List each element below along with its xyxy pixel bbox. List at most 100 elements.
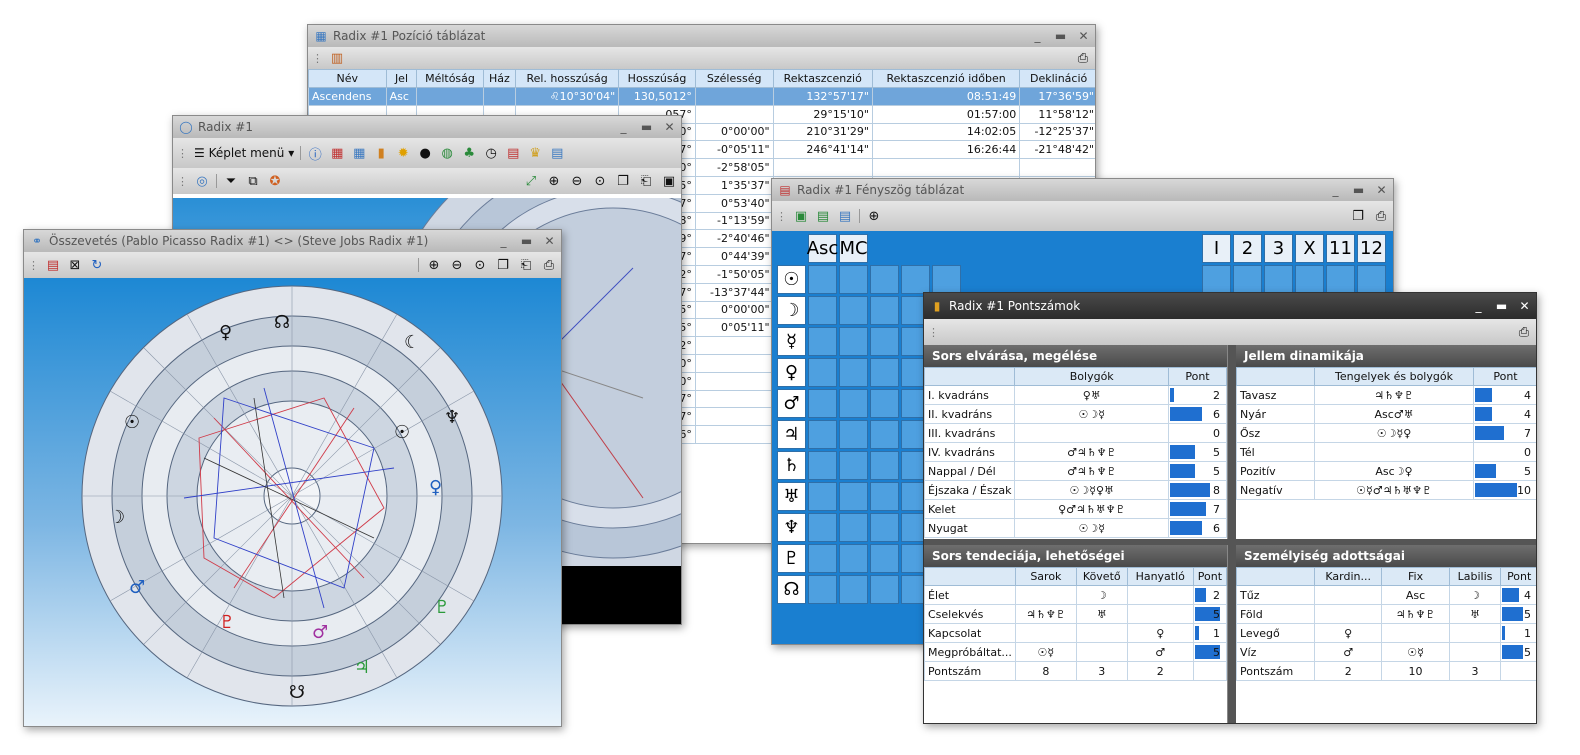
- search-window-icon[interactable]: ⧉: [245, 174, 261, 189]
- table-row[interactable]: Pontszám 2 10 3: [1236, 661, 1536, 681]
- column-header[interactable]: Jel: [385, 69, 418, 88]
- table-row[interactable]: Kelet ♀♂♃♄♅♆♇ 7: [924, 499, 1227, 519]
- calendar-icon[interactable]: ▤: [505, 146, 521, 161]
- palette-icon[interactable]: ✪: [267, 174, 283, 189]
- aspect-cell[interactable]: [808, 265, 837, 294]
- aspect-cell[interactable]: [870, 420, 899, 449]
- column-header[interactable]: Rektaszcenzió: [772, 69, 873, 88]
- aspect-cell[interactable]: [808, 513, 837, 542]
- table-row[interactable]: I. kvadráns ♀♅ 2: [924, 385, 1227, 405]
- copy-icon[interactable]: ❐: [1350, 209, 1366, 224]
- title-bar[interactable]: ▮ Radix #1 Pontszámok _ ▬ ✕: [924, 293, 1536, 319]
- zoom-in-icon[interactable]: ⊕: [546, 174, 562, 189]
- zoom-out-icon[interactable]: ⊖: [569, 174, 585, 189]
- aspect-cell[interactable]: [808, 420, 837, 449]
- table-row[interactable]: Kapcsolat ♀ 1: [924, 623, 1228, 643]
- table-row[interactable]: Pozitív Asc☽♀ 5: [1236, 461, 1536, 481]
- aspect-cell[interactable]: [808, 544, 837, 573]
- title-bar[interactable]: ▤ Radix #1 Fényszög táblázat _ ▬ ✕: [772, 179, 1393, 201]
- table-row[interactable]: Negatív ☉☿♂♃♄♅♆♇ 10: [1236, 480, 1536, 500]
- points-window[interactable]: ▮ Radix #1 Pontszámok _ ▬ ✕ ⋮ ⎙ Sors elvár…: [923, 292, 1537, 724]
- close-button[interactable]: ✕: [538, 234, 561, 248]
- view1-icon[interactable]: ▣: [793, 209, 809, 224]
- view3-icon[interactable]: ▤: [837, 209, 853, 224]
- filter-icon[interactable]: ⏷: [223, 174, 239, 189]
- aspect-cell[interactable]: [870, 358, 899, 387]
- minimize-button[interactable]: _: [1026, 29, 1049, 43]
- aspect-cell[interactable]: [1295, 265, 1324, 294]
- close-button[interactable]: ✕: [658, 120, 681, 134]
- aspect-cell[interactable]: [839, 575, 868, 604]
- table-row[interactable]: Cselekvés ♃♄♆♇ ♅ 5: [924, 604, 1228, 624]
- close-button[interactable]: ✕: [1513, 299, 1536, 313]
- table-icon[interactable]: ▦: [351, 146, 367, 161]
- column-header[interactable]: Méltóság: [416, 69, 484, 88]
- view2-icon[interactable]: ▤: [815, 209, 831, 224]
- table-row[interactable]: Tűz Asc ☽ 4: [1236, 585, 1536, 605]
- aspect-cell[interactable]: [808, 575, 837, 604]
- maximize-button[interactable]: ▬: [1490, 299, 1513, 313]
- aspect-cell[interactable]: [1202, 265, 1231, 294]
- table-row[interactable]: Ascendens Asc ♌10°30'04" 130,5012° 132°57'17…: [308, 87, 1095, 106]
- comparison-window[interactable]: ⚭ Összevetés (Pablo Picasso Radix #1) <>…: [23, 229, 562, 727]
- table-row[interactable]: Föld ♃♄♆♇ ♅ 5: [1236, 604, 1536, 624]
- table-row[interactable]: Pontszám 8 3 2: [924, 661, 1228, 681]
- aspect-cell[interactable]: [839, 327, 868, 356]
- toolbar-grip[interactable]: ⋮: [177, 147, 188, 160]
- report-icon[interactable]: ▤: [549, 146, 565, 161]
- compare-icon[interactable]: ◎: [194, 174, 210, 189]
- table-row[interactable]: Levegő ♀ 1: [1236, 623, 1536, 643]
- column-header[interactable]: Szélesség: [694, 69, 774, 88]
- splitter-vertical[interactable]: [1228, 345, 1236, 723]
- aspect-cell[interactable]: [870, 451, 899, 480]
- aspect-cell[interactable]: [839, 544, 868, 573]
- table-row[interactable]: Éjszaka / Észak ☉☽☿♀♅ 8: [924, 480, 1227, 500]
- title-bar[interactable]: ⚭ Összevetés (Pablo Picasso Radix #1) <>…: [24, 230, 561, 252]
- toolbar-grip[interactable]: ⋮: [312, 52, 323, 65]
- aspect-cell[interactable]: [808, 389, 837, 418]
- print-icon[interactable]: ⎙: [1075, 51, 1091, 66]
- aspect-cell[interactable]: [870, 296, 899, 325]
- print-icon[interactable]: ⎙: [1373, 209, 1389, 224]
- column-header[interactable]: Rel. hosszúság: [515, 69, 620, 88]
- table-row[interactable]: Nyugat ☉☽☿ 6: [924, 518, 1227, 538]
- camera-icon[interactable]: ⎗: [638, 174, 654, 189]
- aspect-cell[interactable]: [870, 513, 899, 542]
- crown-icon[interactable]: ♛: [527, 146, 543, 161]
- table-row[interactable]: Megpróbáltat... ☉☿ ♂ 5: [924, 642, 1228, 662]
- zoom-reset-icon[interactable]: ⊙: [592, 174, 608, 189]
- aspect-cell[interactable]: [870, 544, 899, 573]
- zoom-in-icon[interactable]: ⊕: [866, 209, 882, 224]
- copy-icon[interactable]: ❐: [615, 174, 631, 189]
- toolbar-grip[interactable]: ⋮: [28, 259, 39, 272]
- table-row[interactable]: II. kvadráns ☉☽☿ 6: [924, 404, 1227, 424]
- clock-icon[interactable]: ◷: [483, 146, 499, 161]
- table-row[interactable]: Ősz ☉☽☿♀ 7: [1236, 423, 1536, 443]
- aspect-cell[interactable]: [839, 389, 868, 418]
- column-header[interactable]: Hosszúság: [618, 69, 696, 88]
- bar-chart-icon[interactable]: ▮: [373, 146, 389, 161]
- table-row[interactable]: III. kvadráns 0: [924, 423, 1227, 443]
- aspect-cell[interactable]: [1326, 265, 1355, 294]
- columns-icon[interactable]: ▥: [329, 51, 345, 66]
- aspect-cell[interactable]: [839, 482, 868, 511]
- save-icon[interactable]: ▣: [661, 174, 677, 189]
- column-header[interactable]: Név: [308, 69, 387, 88]
- zoom-reset-icon[interactable]: ⊙: [472, 258, 488, 273]
- comparison-chart-area[interactable]: ♀ ☊ ☾ ☉ ♆ ☉ ☽ ♀ ♂ ♇ ♂ ♇ ☋ ♃: [24, 278, 561, 726]
- title-bar[interactable]: ▦ Radix #1 Pozíció táblázat _ ▬ ✕: [308, 25, 1095, 47]
- close-chart-icon[interactable]: ⊠: [67, 258, 83, 273]
- zoom-in-icon[interactable]: ⊕: [426, 258, 442, 273]
- aspect-cell[interactable]: [808, 358, 837, 387]
- column-header[interactable]: Ház: [482, 69, 517, 88]
- title-bar[interactable]: ◯ Radix #1 _ ▬ ✕: [173, 116, 681, 138]
- close-button[interactable]: ✕: [1370, 183, 1393, 197]
- grid-icon[interactable]: ▦: [329, 146, 345, 161]
- aspect-cell[interactable]: [870, 265, 899, 294]
- maximize-button[interactable]: ▬: [635, 120, 658, 134]
- aspect-cell[interactable]: [1233, 265, 1262, 294]
- minimize-button[interactable]: _: [492, 234, 515, 248]
- aspect-cell[interactable]: [1264, 265, 1293, 294]
- aspect-cell[interactable]: [932, 265, 961, 294]
- formula-menu[interactable]: ☰ Képlet menü ▾: [194, 146, 294, 160]
